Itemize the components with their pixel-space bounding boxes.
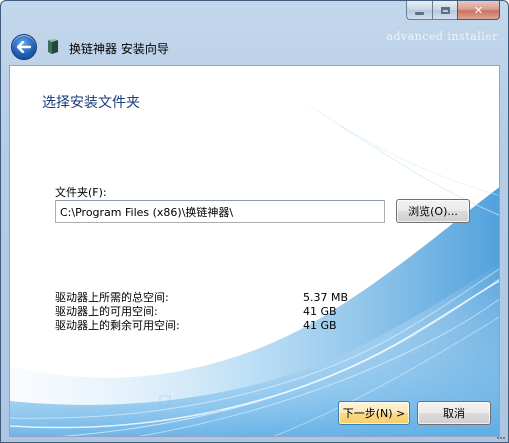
- wizard-header: 换链神器 安装向导 advanced installer: [1, 23, 508, 65]
- page-heading: 选择安装文件夹: [42, 95, 140, 111]
- disk-space-value: 5.37 MB: [303, 291, 349, 304]
- minimize-button[interactable]: [406, 1, 432, 20]
- maximize-icon: [440, 6, 450, 14]
- back-arrow-icon: [17, 41, 31, 53]
- minimize-icon: [415, 11, 424, 15]
- disk-space-value: 41 GB: [303, 305, 337, 318]
- maximize-button[interactable]: [432, 1, 457, 20]
- caption-buttons: ✕: [406, 1, 500, 22]
- installer-window: ✕ 换链神器 安装向导 advanced installer 选择安装文件夹 文…: [0, 0, 509, 443]
- wizard-content: 选择安装文件夹 文件夹(F): 浏览(O)... 驱动器上所需的总空间: 5.3…: [9, 65, 500, 437]
- resize-grip-icon[interactable]: [496, 436, 506, 441]
- folder-label: 文件夹(F):: [55, 186, 107, 199]
- watermark-text: advanced installer: [386, 30, 498, 43]
- disk-space-label: 驱动器上所需的总空间:: [55, 291, 169, 304]
- close-button[interactable]: ✕: [457, 1, 500, 20]
- back-button[interactable]: [11, 34, 37, 60]
- background-swoosh: [10, 105, 499, 436]
- disk-space-label: 驱动器上的可用空间:: [55, 305, 158, 318]
- window-title: 换链神器 安装向导: [69, 42, 169, 56]
- next-button[interactable]: 下一步(N) >: [338, 401, 410, 425]
- close-icon: ✕: [473, 3, 484, 17]
- folder-path-input[interactable]: [55, 200, 385, 223]
- app-icon: [46, 39, 60, 59]
- disk-space-label: 驱动器上的剩余可用空间:: [55, 319, 180, 332]
- disk-space-value: 41 GB: [303, 319, 337, 332]
- cancel-button[interactable]: 取消: [417, 401, 491, 425]
- browse-button[interactable]: 浏览(O)...: [396, 199, 470, 223]
